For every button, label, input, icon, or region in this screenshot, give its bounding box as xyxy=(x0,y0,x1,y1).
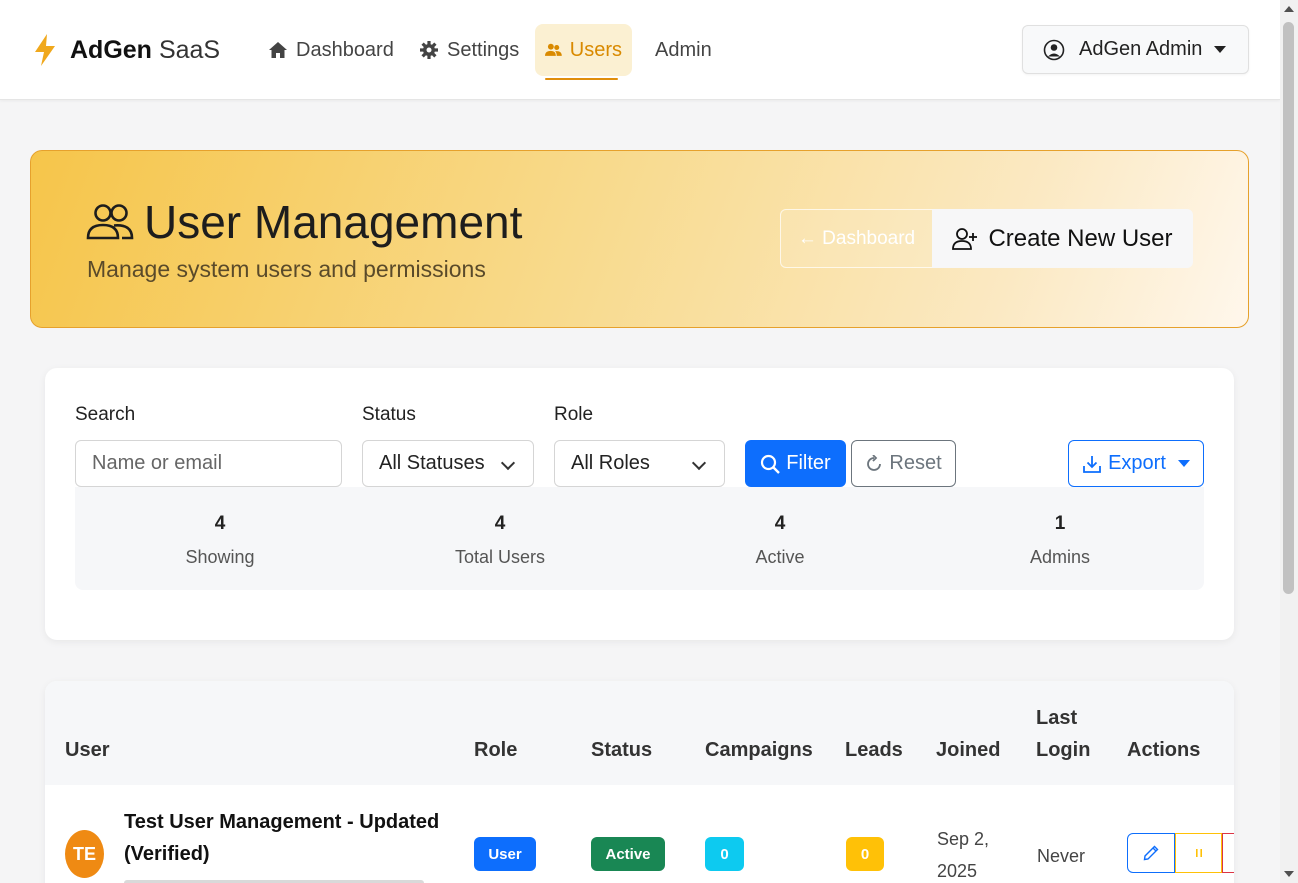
user-menu-dropdown[interactable]: AdGen Admin xyxy=(1022,25,1249,74)
stat-value: 4 xyxy=(774,513,786,534)
user-circle-icon xyxy=(1043,39,1065,60)
joined-date-line2: 2025 xyxy=(937,861,978,881)
stat-value: 1 xyxy=(1054,513,1066,534)
search-label: Search xyxy=(75,404,136,425)
stats-summary: 4 Showing 4 Total Users 4 Active 1 Admin… xyxy=(75,487,1204,590)
table-header: User Role Status Campaigns Leads Joined … xyxy=(45,681,1234,785)
scroll-up-arrow-icon[interactable] xyxy=(1284,6,1294,12)
scroll-down-arrow-icon[interactable] xyxy=(1284,871,1294,877)
avatar: TE xyxy=(65,830,104,878)
stat-admins: 1 Admins xyxy=(920,487,1200,568)
column-header-last-login[interactable]: Last Login xyxy=(1036,702,1090,766)
role-badge: User xyxy=(474,837,536,871)
nav-users-label: Users xyxy=(569,38,622,61)
caret-down-icon xyxy=(1214,46,1227,53)
home-icon xyxy=(269,42,287,58)
pause-icon xyxy=(1195,849,1202,857)
page-subtitle: Manage system users and permissions xyxy=(87,256,486,282)
suspend-user-button[interactable] xyxy=(1175,833,1222,873)
nav-dashboard-label: Dashboard xyxy=(296,38,394,61)
stat-showing: 4 Showing xyxy=(80,487,360,568)
gear-icon xyxy=(420,41,438,59)
stat-label: Total Users xyxy=(454,547,546,567)
status-badge: Active xyxy=(591,837,665,871)
back-to-dashboard-button[interactable]: ← Dashboard xyxy=(780,209,933,268)
joined-date-line1: Sep 2, xyxy=(937,829,990,849)
column-header-last-login-line2: Login xyxy=(1036,739,1091,761)
filter-button[interactable]: Filter xyxy=(745,440,846,487)
user-email-obscured xyxy=(124,875,444,883)
create-new-user-label: Create New User xyxy=(988,224,1173,252)
users-icon xyxy=(545,43,562,56)
stat-value: 4 xyxy=(494,513,506,534)
chevron-down-icon xyxy=(500,455,516,471)
search-icon xyxy=(761,454,781,474)
caret-down-icon xyxy=(1177,460,1190,467)
column-header-user[interactable]: User xyxy=(65,734,109,766)
user-name[interactable]: Test User Management - Updated (Verified… xyxy=(124,806,444,870)
reset-icon xyxy=(867,454,882,471)
user-menu-label: AdGen Admin xyxy=(1079,38,1203,60)
page-header-banner: User Management Manage system users and … xyxy=(30,150,1249,328)
reset-button-label: Reset xyxy=(889,452,942,474)
search-input-placeholder: Name or email xyxy=(92,452,223,474)
nav-admin-label: Admin xyxy=(655,38,712,61)
nav-settings-label: Settings xyxy=(447,38,520,61)
stat-label: Showing xyxy=(185,547,255,567)
export-button-label: Export xyxy=(1108,452,1166,474)
brand-suffix: SaaS xyxy=(158,35,221,64)
status-label: Status xyxy=(362,404,416,425)
brand-logo[interactable]: AdGen SaaS xyxy=(32,34,220,66)
stat-active: 4 Active xyxy=(640,487,920,568)
row-actions xyxy=(1127,833,1234,873)
role-select-value: All Roles xyxy=(571,452,650,474)
filter-button-label: Filter xyxy=(786,452,831,474)
search-input[interactable]: Name or email xyxy=(75,440,342,487)
stat-label: Active xyxy=(755,547,805,567)
last-login: Never xyxy=(1037,846,1086,866)
page-scrollbar[interactable] xyxy=(1280,0,1298,883)
filter-card: Search Status Role Name or email All Sta… xyxy=(45,368,1234,640)
nav-users[interactable]: Users xyxy=(535,24,632,80)
joined-date: Sep 2, 2025 xyxy=(937,823,989,883)
download-icon xyxy=(1083,455,1101,473)
leads-count-badge: 0 xyxy=(846,837,884,871)
users-table: User Role Status Campaigns Leads Joined … xyxy=(45,681,1234,883)
edit-user-button[interactable] xyxy=(1127,833,1175,873)
column-header-last-login-line1: Last xyxy=(1036,707,1078,729)
column-header-leads[interactable]: Leads xyxy=(845,734,903,766)
role-select[interactable]: All Roles xyxy=(554,440,725,487)
person-plus-icon xyxy=(952,227,978,250)
column-header-actions: Actions xyxy=(1127,739,1201,761)
status-select[interactable]: All Statuses xyxy=(362,440,534,487)
stat-label: Admins xyxy=(1029,547,1091,567)
column-header-joined[interactable]: Joined xyxy=(936,734,1000,766)
column-header-campaigns[interactable]: Campaigns xyxy=(705,734,813,766)
page-title: User Management xyxy=(86,195,522,249)
status-select-value: All Statuses xyxy=(379,452,485,474)
users-outline-icon xyxy=(86,204,134,240)
stat-value: 4 xyxy=(214,513,226,534)
column-header-role[interactable]: Role xyxy=(474,734,517,766)
page-title-text: User Management xyxy=(144,196,523,248)
reset-button[interactable]: Reset xyxy=(851,440,956,487)
nav-admin[interactable]: Admin xyxy=(655,24,712,76)
campaigns-count-badge: 0 xyxy=(705,837,744,871)
bolt-icon xyxy=(35,34,55,66)
delete-user-button[interactable] xyxy=(1222,833,1234,873)
chevron-down-icon xyxy=(691,455,707,471)
top-navbar: AdGen SaaS Dashboard Settings Users Admi… xyxy=(0,0,1280,100)
create-new-user-button[interactable]: Create New User xyxy=(932,209,1193,268)
role-label: Role xyxy=(554,404,594,425)
nav-dashboard[interactable]: Dashboard xyxy=(268,24,394,76)
scroll-thumb[interactable] xyxy=(1283,22,1294,594)
truncated-text-line xyxy=(124,880,424,883)
nav-settings[interactable]: Settings xyxy=(419,24,519,76)
brand-name: AdGen xyxy=(70,35,152,64)
export-dropdown-button[interactable]: Export xyxy=(1068,440,1204,487)
pencil-icon xyxy=(1143,845,1159,861)
column-header-status[interactable]: Status xyxy=(591,734,652,766)
stat-total-users: 4 Total Users xyxy=(360,487,640,568)
